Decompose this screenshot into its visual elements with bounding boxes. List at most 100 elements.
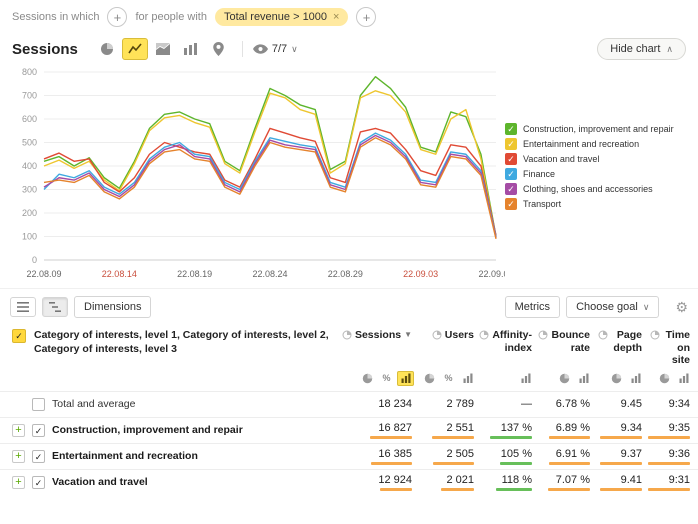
svg-text:600: 600: [22, 114, 37, 124]
chart-area: 010020030040050060070080022.08.0922.08.1…: [0, 62, 698, 286]
value-bar: [433, 462, 474, 465]
series-label: Transport: [523, 199, 561, 209]
bars-icon[interactable]: [675, 371, 692, 386]
total-row: Total and average18 2342 789—6.78 %9.459…: [0, 391, 698, 417]
pie-icon[interactable]: [656, 371, 673, 386]
value-bar: [548, 488, 590, 491]
dimensions-button[interactable]: Dimensions: [74, 296, 151, 318]
series-label: Construction, improvement and repair: [523, 124, 674, 134]
flat-list-view-button[interactable]: [10, 297, 36, 317]
row-checkbox[interactable]: ✓: [32, 450, 45, 463]
users-display-toggles: %: [420, 371, 482, 386]
series-checkbox-icon[interactable]: ✓: [505, 168, 517, 180]
metric-value: 18 234: [378, 398, 412, 411]
expand-row-button[interactable]: +: [12, 476, 25, 489]
row-checkbox[interactable]: ✓: [32, 476, 45, 489]
column-chart-icon[interactable]: [178, 38, 204, 60]
visible-series-count: 7/7: [272, 43, 287, 55]
row-label[interactable]: Construction, improvement and repair: [52, 424, 243, 436]
hide-chart-button[interactable]: Hide chart ∧: [597, 38, 686, 60]
add-people-condition-button[interactable]: +: [356, 7, 376, 27]
series-checkbox-icon[interactable]: ✓: [505, 153, 517, 165]
series-checkbox-icon[interactable]: ✓: [505, 123, 517, 135]
metric-value: —: [521, 398, 532, 411]
series-label: Vacation and travel: [523, 154, 599, 164]
line-chart-icon[interactable]: [122, 38, 148, 60]
series-checkbox-icon[interactable]: ✓: [505, 138, 517, 150]
tree-list-view-button[interactable]: [42, 297, 68, 317]
svg-text:22.08.24: 22.08.24: [252, 269, 287, 279]
svg-text:22.09.08: 22.09.08: [478, 269, 505, 279]
column-header-bounce-rate[interactable]: Bounce rate: [540, 329, 598, 354]
metric-value: 9.45: [621, 398, 642, 411]
legend-item[interactable]: ✓ Entertainment and recreation: [505, 138, 691, 150]
remove-segment-icon[interactable]: ×: [333, 11, 339, 23]
gear-icon[interactable]: ⚙: [675, 299, 688, 316]
column-header-affinity-index[interactable]: Affinity-index: [482, 329, 540, 354]
choose-goal-button[interactable]: Choose goal ∨: [566, 296, 659, 318]
pie-icon[interactable]: [421, 371, 438, 386]
column-header-page-depth[interactable]: Page depth: [598, 329, 650, 354]
map-pin-icon[interactable]: [206, 38, 232, 60]
add-session-condition-button[interactable]: +: [107, 7, 127, 27]
legend-item[interactable]: ✓ Transport: [505, 198, 691, 210]
pie-icon[interactable]: [608, 371, 625, 386]
metrics-button[interactable]: Metrics: [505, 296, 560, 318]
value-bar: [496, 488, 532, 491]
legend-item[interactable]: ✓ Vacation and travel: [505, 153, 691, 165]
value-bar: [500, 462, 532, 465]
bars-icon[interactable]: [627, 371, 644, 386]
percent-icon[interactable]: %: [378, 371, 395, 386]
value-bar: [600, 488, 642, 491]
expand-row-button[interactable]: +: [12, 450, 25, 463]
bars-icon[interactable]: [459, 371, 476, 386]
svg-text:500: 500: [22, 138, 37, 148]
bars-icon[interactable]: [517, 371, 534, 386]
series-checkbox-icon[interactable]: ✓: [505, 183, 517, 195]
legend-item[interactable]: ✓Clothing, shoes and accessories: [505, 183, 691, 195]
depth-display-toggles: [598, 371, 650, 386]
metric-pie-icon: [432, 330, 442, 340]
column-header-sessions[interactable]: Sessions ▼: [340, 329, 420, 342]
table-header-row: ✓ Category of interests, level 1, Catego…: [0, 325, 698, 367]
metric-value: 16 827: [378, 422, 412, 435]
row-label[interactable]: Vacation and travel: [52, 476, 148, 488]
legend-item[interactable]: ✓Finance: [505, 168, 691, 180]
segment-tag[interactable]: Total revenue > 1000 ×: [215, 8, 349, 26]
bars-icon[interactable]: [397, 371, 414, 386]
svg-text:22.08.14: 22.08.14: [102, 269, 137, 279]
legend-item[interactable]: ✓ Construction, improvement and repair: [505, 123, 691, 135]
metric-value: 7.07 %: [556, 474, 590, 487]
svg-text:22.08.19: 22.08.19: [177, 269, 212, 279]
pie-icon[interactable]: [556, 371, 573, 386]
select-all-checkbox[interactable]: ✓: [12, 329, 26, 343]
stacked-area-icon[interactable]: [150, 38, 176, 60]
value-bar: [371, 462, 412, 465]
series-label: Entertainment and recreation: [523, 139, 639, 149]
svg-text:400: 400: [22, 161, 37, 171]
pie-icon[interactable]: [359, 371, 376, 386]
pie-chart-icon[interactable]: [94, 38, 120, 60]
metric-value: 6.91 %: [556, 448, 590, 461]
column-header-users[interactable]: Users: [420, 329, 482, 342]
row-checkbox[interactable]: [32, 398, 45, 411]
metric-value: 9:31: [669, 474, 690, 487]
row-label: Total and average: [52, 398, 135, 410]
row-checkbox[interactable]: ✓: [32, 424, 45, 437]
row-label[interactable]: Entertainment and recreation: [52, 450, 198, 462]
percent-icon[interactable]: %: [440, 371, 457, 386]
segment-bar: Sessions in which + for people with Tota…: [0, 0, 698, 34]
bars-icon[interactable]: [575, 371, 592, 386]
metric-pie-icon: [479, 330, 489, 340]
chevron-down-icon: ∨: [643, 302, 650, 313]
series-visibility-dropdown[interactable]: 7/7 ∨: [253, 43, 298, 55]
metric-value: 9.34: [621, 422, 642, 435]
series-checkbox-icon[interactable]: ✓: [505, 198, 517, 210]
expand-row-button[interactable]: +: [12, 424, 25, 437]
metric-display-toggles: % %: [0, 367, 698, 391]
value-bar: [441, 488, 474, 491]
value-bar: [549, 436, 590, 439]
value-bar: [549, 462, 590, 465]
column-header-time-on-site[interactable]: Time on site: [650, 329, 698, 367]
metric-value: 2 505: [446, 448, 474, 461]
